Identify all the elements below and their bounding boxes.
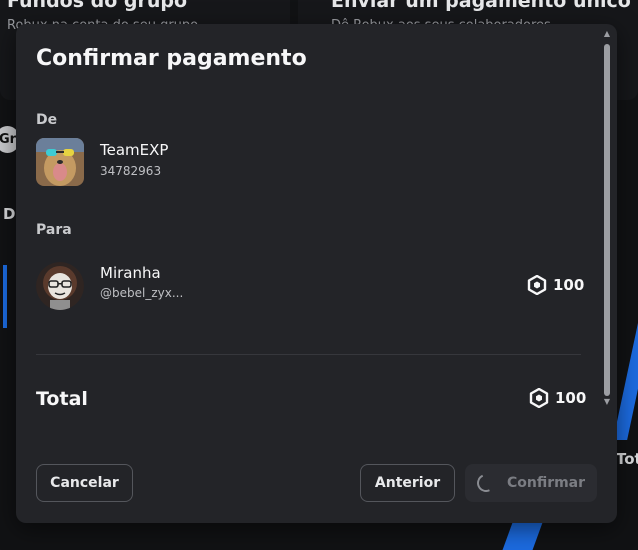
confirm-button-label: Confirmar (506, 475, 586, 491)
total-amount-value: 100 (555, 389, 587, 407)
scrollbar-thumb[interactable] (604, 44, 610, 396)
one-time-payment-title: Enviar um pagamento único (331, 0, 631, 12)
robux-icon (529, 388, 549, 408)
divider (36, 354, 581, 355)
cancel-button[interactable]: Cancelar (36, 464, 133, 502)
total-amount: 100 (529, 388, 586, 408)
previous-button[interactable]: Anterior (360, 464, 455, 502)
confirm-button[interactable]: Confirmar (465, 464, 597, 502)
group-funds-title: Fundos do grupo (7, 0, 188, 12)
dialog-title: Confirmar pagamento (36, 46, 307, 71)
scrollbar[interactable]: ▲ ▼ (603, 30, 611, 406)
robux-icon (527, 275, 547, 295)
group-id: 34782963 (100, 164, 162, 178)
scroll-down-arrow-icon[interactable]: ▼ (603, 398, 611, 406)
confirm-payment-dialog: Confirmar pagamento De TeamEXP 34782963 … (16, 24, 617, 523)
to-label: Para (36, 222, 72, 238)
recipient-name: Miranha (100, 264, 161, 282)
background-accent-stripe-bottom (502, 520, 544, 550)
recipient-amount-value: 100 (553, 276, 585, 294)
total-label: Total (36, 388, 88, 410)
from-label: De (36, 112, 58, 128)
group-avatar (36, 138, 84, 186)
group-name: TeamEXP (100, 141, 169, 159)
background-right-text: Tot (616, 450, 638, 468)
spinner-icon (474, 471, 498, 495)
recipient-username: @bebel_zyx... (100, 286, 184, 300)
user-avatar (36, 262, 84, 310)
recipient-amount: 100 (527, 275, 584, 295)
scroll-up-arrow-icon[interactable]: ▲ (603, 30, 611, 38)
background-accent-bar (3, 265, 7, 328)
